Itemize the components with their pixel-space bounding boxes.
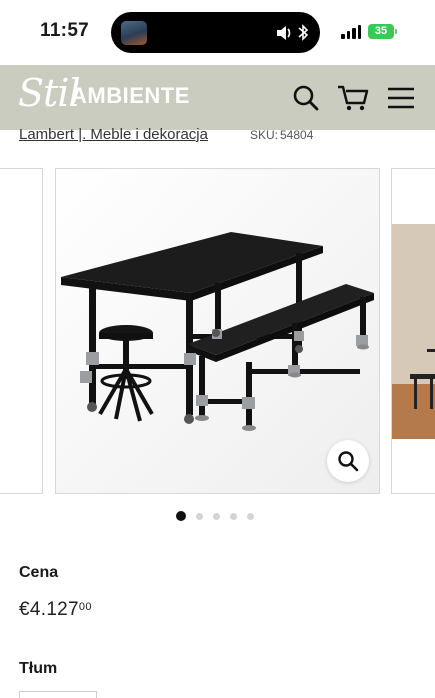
logo-wordmark: AMBIENTE (71, 83, 190, 108)
pagination-dot-1[interactable] (176, 511, 186, 521)
search-icon[interactable] (289, 81, 323, 115)
pagination-dot-5[interactable] (247, 512, 254, 520)
sku-label: SKU: (250, 128, 279, 142)
gallery-pagination (176, 511, 254, 521)
zoom-button[interactable] (327, 440, 369, 482)
signal-icon (341, 25, 361, 39)
menu-icon[interactable] (384, 81, 418, 115)
status-time: 11:57 (40, 20, 90, 41)
vendor-row: Lambert |. Meble i dekoracja SKU: 54804 (0, 128, 435, 148)
status-bar: 11:57 35 (0, 0, 435, 64)
gallery-slide-next[interactable] (391, 168, 435, 494)
speaker-icon (277, 25, 291, 40)
pagination-dot-4[interactable] (230, 512, 237, 520)
gallery-slide-current[interactable] (55, 168, 380, 494)
vendor-link[interactable]: Lambert |. Meble i dekoracja (19, 128, 208, 143)
product-image (56, 169, 379, 493)
pagination-dot-2[interactable] (196, 512, 203, 520)
pagination-dot-3[interactable] (213, 512, 220, 520)
cart-icon[interactable] (336, 81, 370, 115)
product-gallery[interactable] (0, 168, 435, 496)
product-price: €4.12700 (19, 599, 92, 621)
battery-icon: 35 (368, 24, 394, 39)
price-cents: 00 (78, 601, 92, 613)
zoom-icon (338, 451, 359, 472)
price-label: Cena (19, 564, 59, 581)
next-slide-image (392, 169, 435, 493)
battery-tip (395, 29, 397, 34)
price-main: €4.127 (19, 599, 79, 620)
quantity-stepper[interactable] (19, 691, 97, 698)
dynamic-island[interactable] (111, 12, 320, 53)
site-header: Stil AMBIENTE (0, 65, 435, 130)
now-playing-artwork (121, 21, 147, 45)
gallery-slide-previous[interactable] (0, 168, 43, 494)
sku-value: 54804 (280, 128, 314, 142)
quantity-label: Tłum (19, 660, 58, 677)
bluetooth-icon (298, 24, 308, 41)
